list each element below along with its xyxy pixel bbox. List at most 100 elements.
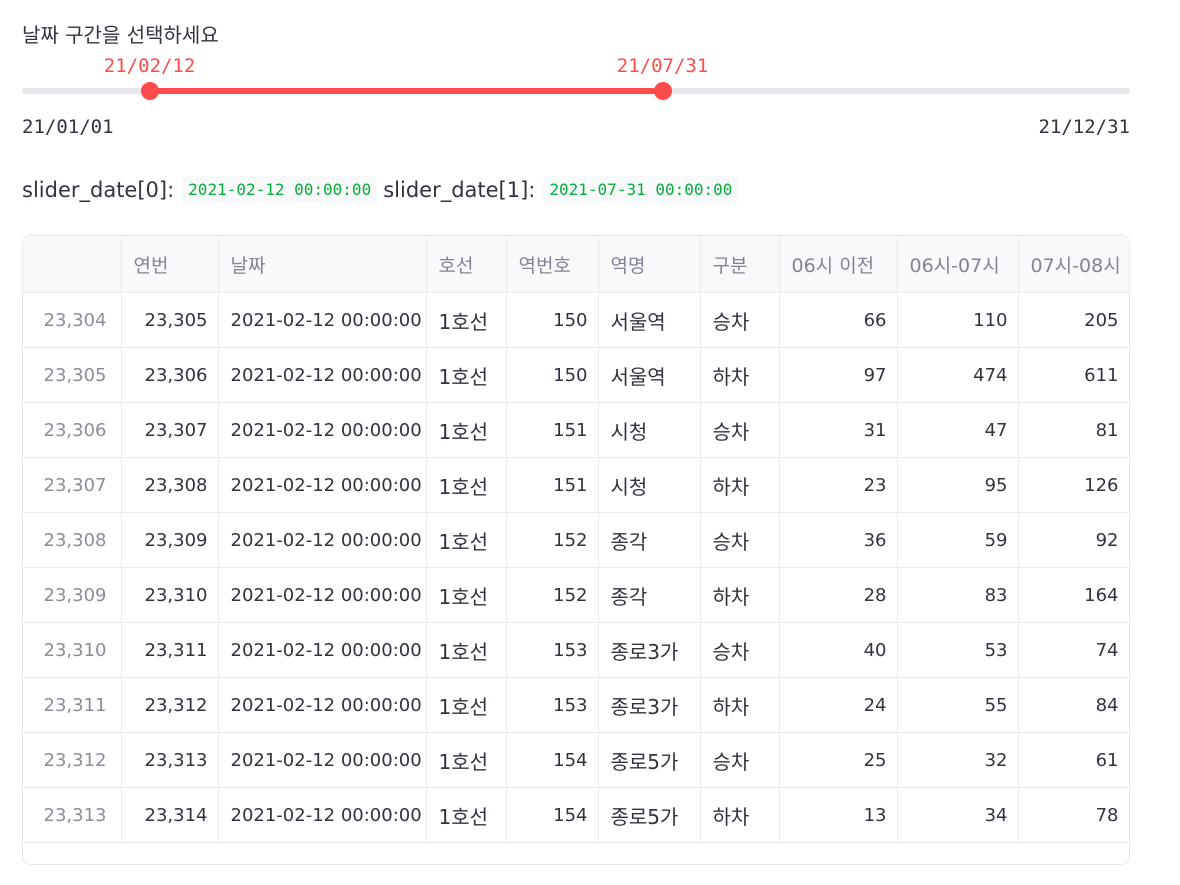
cell-station-name: 시청 [598, 402, 701, 458]
cell-line: 1호선 [426, 732, 507, 788]
cell-06-07: 32 [897, 732, 1019, 788]
cell-before-06: 25 [779, 732, 898, 788]
cell-07-08: 78 [1018, 787, 1129, 843]
cell-date: 2021-02-12 00:00:00 [218, 402, 427, 458]
cell-seq: 23,313 [121, 732, 219, 788]
cell-index: 23,313 [23, 787, 122, 843]
cell-station-no: 154 [506, 732, 599, 788]
cell-07-08: 74 [1018, 622, 1129, 678]
cell-station-no: 154 [506, 787, 599, 843]
cell-line: 1호선 [426, 787, 507, 843]
cell-station-name: 종각 [598, 567, 701, 623]
table-row[interactable]: 23,306 23,307 2021-02-12 00:00:00 1호선 151 시청 승… [23, 402, 1129, 458]
cell-date: 2021-02-12 00:00:00 [218, 622, 427, 678]
table-row[interactable]: 23,309 23,310 2021-02-12 00:00:00 1호선 152 종각 하… [23, 567, 1129, 623]
slider-end-value: 21/07/31 [616, 55, 709, 77]
cell-before-06: 97 [779, 347, 898, 403]
cell-station-name: 종로3가 [598, 677, 701, 733]
column-header-before-06[interactable]: 06시 이전 [779, 236, 898, 293]
slider-output-text: slider_date[0]: 2021-02-12 00:00:00 slid… [22, 176, 744, 203]
column-header-07-08[interactable]: 07시-08시 [1018, 236, 1129, 293]
cell-station-no: 150 [506, 347, 599, 403]
cell-line: 1호선 [426, 622, 507, 678]
cell-before-06: 31 [779, 402, 898, 458]
cell-index: 23,311 [23, 677, 122, 733]
column-header-date[interactable]: 날짜 [218, 236, 427, 293]
column-header-station-name[interactable]: 역명 [598, 236, 701, 293]
cell-station-name: 서울역 [598, 347, 701, 403]
table-row[interactable]: 23,310 23,311 2021-02-12 00:00:00 1호선 153 종로3… [23, 622, 1129, 678]
cell-type: 하차 [700, 347, 780, 403]
cell-station-no: 153 [506, 622, 599, 678]
cell-before-06: 28 [779, 567, 898, 623]
dataframe[interactable]: 연번 날짜 호선 역번호 역명 구분 06시 이전 06시-07시 07시-08시 23,304… [22, 235, 1130, 865]
cell-index: 23,309 [23, 567, 122, 623]
cell-type: 승차 [700, 622, 780, 678]
cell-index: 23,308 [23, 512, 122, 568]
slider-start-handle[interactable] [140, 82, 159, 100]
column-header-seq[interactable]: 연번 [121, 236, 219, 293]
table-row[interactable]: 23,308 23,309 2021-02-12 00:00:00 1호선 152 종각 승… [23, 512, 1129, 568]
cell-seq: 23,308 [121, 457, 219, 513]
cell-06-07: 53 [897, 622, 1019, 678]
cell-06-07: 474 [897, 347, 1019, 403]
cell-before-06: 13 [779, 787, 898, 843]
output-value-0: 2021-02-12 00:00:00 [182, 176, 378, 203]
cell-seq: 23,305 [121, 292, 219, 348]
table-row[interactable]: 23,305 23,306 2021-02-12 00:00:00 1호선 150 서울역… [23, 347, 1129, 403]
cell-index: 23,310 [23, 622, 122, 678]
cell-date: 2021-02-12 00:00:00 [218, 512, 427, 568]
output-key-0: slider_date[0]: [22, 177, 175, 202]
cell-line: 1호선 [426, 292, 507, 348]
cell-06-07: 83 [897, 567, 1019, 623]
cell-06-07: 59 [897, 512, 1019, 568]
cell-type: 승차 [700, 292, 780, 348]
cell-before-06: 36 [779, 512, 898, 568]
table-row[interactable]: 23,311 23,312 2021-02-12 00:00:00 1호선 153 종로3… [23, 677, 1129, 733]
cell-line: 1호선 [426, 567, 507, 623]
column-header-station-no[interactable]: 역번호 [506, 236, 599, 293]
column-header-type[interactable]: 구분 [700, 236, 780, 293]
cell-date: 2021-02-12 00:00:00 [218, 567, 427, 623]
column-header-06-07[interactable]: 06시-07시 [897, 236, 1019, 293]
cell-type: 하차 [700, 457, 780, 513]
cell-type: 하차 [700, 787, 780, 843]
cell-date: 2021-02-12 00:00:00 [218, 677, 427, 733]
cell-seq: 23,306 [121, 347, 219, 403]
table-row[interactable]: 23,313 23,314 2021-02-12 00:00:00 1호선 154 종로5… [23, 787, 1129, 843]
cell-seq: 23,309 [121, 512, 219, 568]
table-row[interactable]: 23,307 23,308 2021-02-12 00:00:00 1호선 151 시청 하… [23, 457, 1129, 513]
slider-max-label: 21/12/31 [1038, 116, 1130, 138]
cell-type: 하차 [700, 567, 780, 623]
data-table: 연번 날짜 호선 역번호 역명 구분 06시 이전 06시-07시 07시-08시 23,304… [23, 236, 1129, 843]
table-row[interactable]: 23,304 23,305 2021-02-12 00:00:00 1호선 150 서울역… [23, 292, 1129, 348]
cell-index: 23,305 [23, 347, 122, 403]
cell-07-08: 92 [1018, 512, 1129, 568]
cell-station-no: 151 [506, 402, 599, 458]
output-key-1: slider_date[1]: [383, 177, 536, 202]
cell-seq: 23,307 [121, 402, 219, 458]
column-header-line[interactable]: 호선 [426, 236, 507, 293]
cell-index: 23,307 [23, 457, 122, 513]
table-row[interactable]: 23,312 23,313 2021-02-12 00:00:00 1호선 154 종로5… [23, 732, 1129, 788]
column-header-index[interactable] [23, 236, 122, 293]
cell-line: 1호선 [426, 677, 507, 733]
slider-min-label: 21/01/01 [22, 116, 114, 138]
cell-07-08: 84 [1018, 677, 1129, 733]
cell-station-name: 종로3가 [598, 622, 701, 678]
cell-line: 1호선 [426, 402, 507, 458]
cell-date: 2021-02-12 00:00:00 [218, 732, 427, 788]
cell-type: 승차 [700, 402, 780, 458]
cell-station-name: 종각 [598, 512, 701, 568]
cell-07-08: 81 [1018, 402, 1129, 458]
slider-end-handle[interactable] [653, 82, 672, 100]
cell-station-name: 종로5가 [598, 787, 701, 843]
cell-seq: 23,311 [121, 622, 219, 678]
cell-07-08: 61 [1018, 732, 1129, 788]
slider-label: 날짜 구간을 선택하세요 [22, 23, 219, 47]
cell-station-no: 152 [506, 567, 599, 623]
cell-date: 2021-02-12 00:00:00 [218, 292, 427, 348]
cell-index: 23,304 [23, 292, 122, 348]
cell-seq: 23,312 [121, 677, 219, 733]
cell-before-06: 23 [779, 457, 898, 513]
